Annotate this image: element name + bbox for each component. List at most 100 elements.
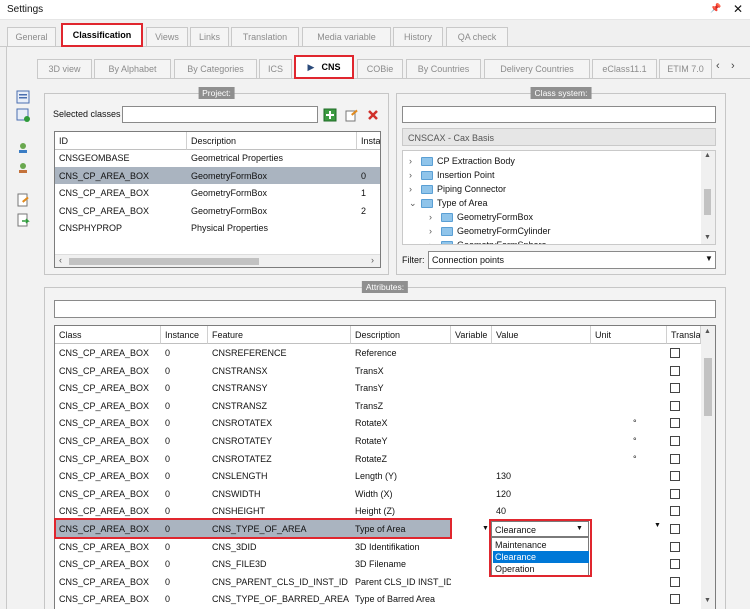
tree-node[interactable]: › GeometryFormSphere xyxy=(429,238,547,244)
delete-class-icon[interactable] xyxy=(366,108,380,122)
table-row[interactable]: CNSPHYPROP Physical Properties xyxy=(55,220,380,237)
tree-arrow-icon[interactable]: ⌄ xyxy=(409,196,421,210)
translate-checkbox[interactable] xyxy=(670,559,680,570)
translate-checkbox[interactable] xyxy=(670,418,680,429)
subtab-etim[interactable]: ETIM 7.0 xyxy=(659,59,712,78)
col-header-feature[interactable]: Feature xyxy=(208,326,351,344)
tree-node[interactable]: › Piping Connector xyxy=(409,182,506,196)
filter-select[interactable]: Connection points ▼ xyxy=(428,251,716,269)
table-row[interactable]: CNS_CP_AREA_BOX 0 CNSTRANSY TransY xyxy=(55,380,701,397)
tab-links[interactable]: Links xyxy=(190,27,229,46)
translate-checkbox[interactable] xyxy=(670,383,680,394)
table-row[interactable]: CNS_CP_AREA_BOX 0 CNSROTATEX RotateX ° xyxy=(55,415,701,432)
close-icon[interactable]: ✕ xyxy=(733,2,743,16)
subtab-by-alphabet[interactable]: By Alphabet xyxy=(94,59,171,78)
translate-checkbox[interactable] xyxy=(670,436,680,446)
table-row[interactable]: CNS_CP_AREA_BOX 0 CNS_3DID 3D Identifikatio… xyxy=(55,539,701,556)
translate-checkbox[interactable] xyxy=(670,400,680,411)
col-header-unit[interactable]: Unit xyxy=(591,326,667,344)
subtab-eclass[interactable]: eClass11.1 xyxy=(592,59,657,78)
scrollbar-thumb[interactable] xyxy=(69,258,259,265)
tree-node[interactable]: › GeometryFormCylinder xyxy=(429,224,551,238)
chevron-down-icon[interactable]: ▼ xyxy=(705,254,713,263)
subtab-by-categories[interactable]: By Categories xyxy=(174,59,257,78)
export-document-icon[interactable] xyxy=(16,213,30,227)
tree-arrow-icon[interactable]: › xyxy=(409,154,421,168)
table-row[interactable]: CNS_CP_AREA_BOX 0 CNSTRANSZ TransZ xyxy=(55,398,701,415)
list-view-icon[interactable] xyxy=(16,90,30,104)
pin-icon[interactable]: 📌 xyxy=(710,3,721,14)
table-row[interactable]: CNS_CP_AREA_BOX 0 CNS_FILE3D 3D Filename xyxy=(55,556,701,573)
table-row[interactable]: CNS_CP_AREA_BOX GeometryFormBox 0 xyxy=(55,168,380,185)
subtab-by-countries[interactable]: By Countries xyxy=(406,59,481,78)
col-header-description[interactable]: Description xyxy=(351,326,451,344)
subtab-cns[interactable]: ▶ CNS xyxy=(294,55,354,79)
translate-checkbox[interactable] xyxy=(670,488,680,499)
col-header-value[interactable]: Value xyxy=(492,326,591,344)
selected-classes-input[interactable] xyxy=(122,106,318,123)
table-row[interactable]: CNS_CP_AREA_BOX 0 CNS_TYPE_OF_BARRED_AREA T… xyxy=(55,591,701,608)
translate-checkbox[interactable] xyxy=(670,453,680,464)
subtab-3d-view[interactable]: 3D view xyxy=(37,59,92,78)
project-hscrollbar[interactable]: ‹ › xyxy=(55,254,380,267)
table-row[interactable]: CNS_CP_AREA_BOX 0 CNSROTATEZ RotateZ ° xyxy=(55,451,701,468)
tab-scroll-right-icon[interactable]: › xyxy=(731,60,735,72)
tab-classification[interactable]: Classification xyxy=(61,23,143,47)
subtab-ics[interactable]: ICS xyxy=(259,59,292,78)
subtab-cobie[interactable]: COBie xyxy=(357,59,403,78)
tree-node[interactable]: › GeometryFormBox xyxy=(429,210,533,224)
tree-node[interactable]: › CP Extraction Body xyxy=(409,154,515,168)
table-row[interactable]: CNS_CP_AREA_BOX 0 CNSROTATEY RotateY ° xyxy=(55,433,701,450)
col-header-variable[interactable]: Variable xyxy=(451,326,492,344)
tree-arrow-icon[interactable]: › xyxy=(429,210,441,224)
add-class-icon[interactable] xyxy=(323,108,337,122)
tree-arrow-icon[interactable]: › xyxy=(429,238,441,244)
tab-history[interactable]: History xyxy=(393,27,443,46)
unit-dropdown-arrow[interactable]: ▼ xyxy=(654,522,661,529)
translate-checkbox[interactable] xyxy=(670,506,680,517)
edit-class-icon[interactable] xyxy=(345,108,359,122)
scroll-right-icon[interactable]: › xyxy=(371,255,374,265)
scroll-up-icon[interactable]: ▲ xyxy=(704,152,711,159)
tree-node[interactable]: › Insertion Point xyxy=(409,168,495,182)
tree-arrow-icon[interactable]: › xyxy=(429,224,441,238)
col-header-id[interactable]: ID xyxy=(55,132,187,150)
tab-qa-check[interactable]: QA check xyxy=(446,27,508,46)
table-row[interactable]: CNSGEOMBASE Geometrical Properties xyxy=(55,150,380,167)
tab-scroll-left-icon[interactable]: ‹ xyxy=(716,60,720,72)
table-row[interactable]: CNS_CP_AREA_BOX 0 CNSTRANSX TransX xyxy=(55,363,701,380)
edit-document-icon[interactable] xyxy=(16,193,30,207)
tab-general[interactable]: General xyxy=(7,27,56,46)
tree-expand-icon[interactable] xyxy=(16,141,30,155)
tree-arrow-icon[interactable]: › xyxy=(409,182,421,196)
scroll-down-icon[interactable]: ▼ xyxy=(704,234,711,241)
tree-vscrollbar[interactable]: ▲ ▼ xyxy=(701,151,715,244)
scrollbar-thumb[interactable] xyxy=(704,358,712,416)
col-header-class[interactable]: Class xyxy=(55,326,161,344)
translate-checkbox[interactable] xyxy=(670,524,680,534)
translate-checkbox[interactable] xyxy=(670,576,680,587)
class-search-input[interactable] xyxy=(402,106,716,123)
tab-translation[interactable]: Translation xyxy=(231,27,299,46)
translate-checkbox[interactable] xyxy=(670,541,680,552)
table-row[interactable]: CNS_CP_AREA_BOX GeometryFormBox 1 xyxy=(55,185,380,202)
scroll-left-icon[interactable]: ‹ xyxy=(59,255,62,265)
table-row[interactable]: CNS_CP_AREA_BOX 0 CNSLENGTH Length (Y) 130 xyxy=(55,468,701,485)
scrollbar-thumb[interactable] xyxy=(704,189,711,215)
attributes-search-input[interactable] xyxy=(54,300,716,318)
tree-arrow-icon[interactable]: › xyxy=(409,168,421,182)
col-header-description[interactable]: Description xyxy=(187,132,357,150)
scroll-up-icon[interactable]: ▲ xyxy=(704,328,711,335)
table-row[interactable]: CNS_CP_AREA_BOX 0 CNSREFERENCE Reference xyxy=(55,345,701,362)
scroll-down-icon[interactable]: ▼ xyxy=(704,597,711,604)
translate-checkbox[interactable] xyxy=(670,594,680,605)
table-row[interactable]: CNS_CP_AREA_BOX GeometryFormBox 2 xyxy=(55,203,380,220)
tab-views[interactable]: Views xyxy=(146,27,188,46)
translate-checkbox[interactable] xyxy=(670,348,680,358)
tree-collapse-icon[interactable] xyxy=(16,161,30,175)
attributes-vscrollbar[interactable]: ▲ ▼ xyxy=(701,326,715,609)
col-header-instance[interactable]: Insta xyxy=(357,132,380,150)
col-header-translate[interactable]: Translat xyxy=(667,326,701,344)
tab-media-variable[interactable]: Media variable xyxy=(302,27,391,46)
tree-node[interactable]: ⌄ Type of Area xyxy=(409,196,488,210)
